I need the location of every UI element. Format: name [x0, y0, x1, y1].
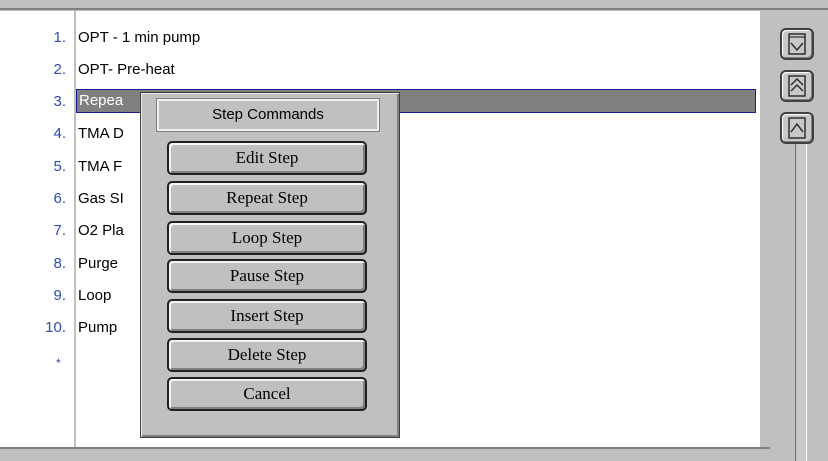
step-row[interactable]: Purge — [78, 254, 118, 278]
top-divider — [0, 8, 828, 10]
repeat-step-button[interactable]: Repeat Step — [167, 181, 367, 215]
step-number: 10. — [45, 319, 66, 336]
step-number: 3. — [53, 93, 66, 110]
step-row[interactable]: Gas SI — [78, 189, 124, 213]
cancel-button[interactable]: Cancel — [167, 377, 367, 411]
pause-step-button[interactable]: Pause Step — [167, 259, 367, 293]
new-row-marker: * — [56, 356, 61, 370]
step-number-column: 1. 2. 3. 4. 5. 6. 7. 8. 9. 10. — [0, 11, 74, 447]
step-commands-popup: Step Commands Edit Step Repeat Step Loop… — [140, 92, 400, 438]
insert-step-button[interactable]: Insert Step — [167, 299, 367, 333]
step-row[interactable]: TMA F — [78, 157, 122, 181]
scrollbar-track[interactable] — [795, 140, 807, 461]
step-row[interactable]: TMA D — [78, 124, 124, 148]
step-list-window: 1. 2. 3. 4. 5. 6. 7. 8. 9. 10. * OPT - 1… — [0, 0, 828, 461]
step-number: 4. — [53, 125, 66, 142]
scroll-to-bottom-button[interactable] — [780, 28, 814, 60]
step-row[interactable]: O2 Pla — [78, 221, 124, 245]
loop-step-button[interactable]: Loop Step — [167, 221, 367, 255]
step-row[interactable]: Loop — [78, 286, 111, 310]
line-up-icon — [788, 117, 806, 139]
step-number: 7. — [53, 222, 66, 239]
step-row[interactable]: OPT- Pre-heat — [78, 60, 175, 84]
step-number: 8. — [53, 255, 66, 272]
popup-title: Step Commands — [156, 98, 380, 132]
step-number: 9. — [53, 287, 66, 304]
page-up-button[interactable] — [780, 70, 814, 102]
step-row[interactable]: Pump — [78, 318, 117, 342]
step-number: 2. — [53, 61, 66, 78]
scroll-to-bottom-icon — [788, 33, 806, 55]
delete-step-button[interactable]: Delete Step — [167, 338, 367, 372]
page-up-icon — [788, 75, 806, 97]
step-number: 5. — [53, 158, 66, 175]
step-number: 6. — [53, 190, 66, 207]
bottom-divider — [0, 447, 770, 449]
step-number: 1. — [53, 29, 66, 46]
line-up-button[interactable] — [780, 112, 814, 144]
step-row[interactable]: OPT - 1 min pump — [78, 28, 200, 52]
edit-step-button[interactable]: Edit Step — [167, 141, 367, 175]
